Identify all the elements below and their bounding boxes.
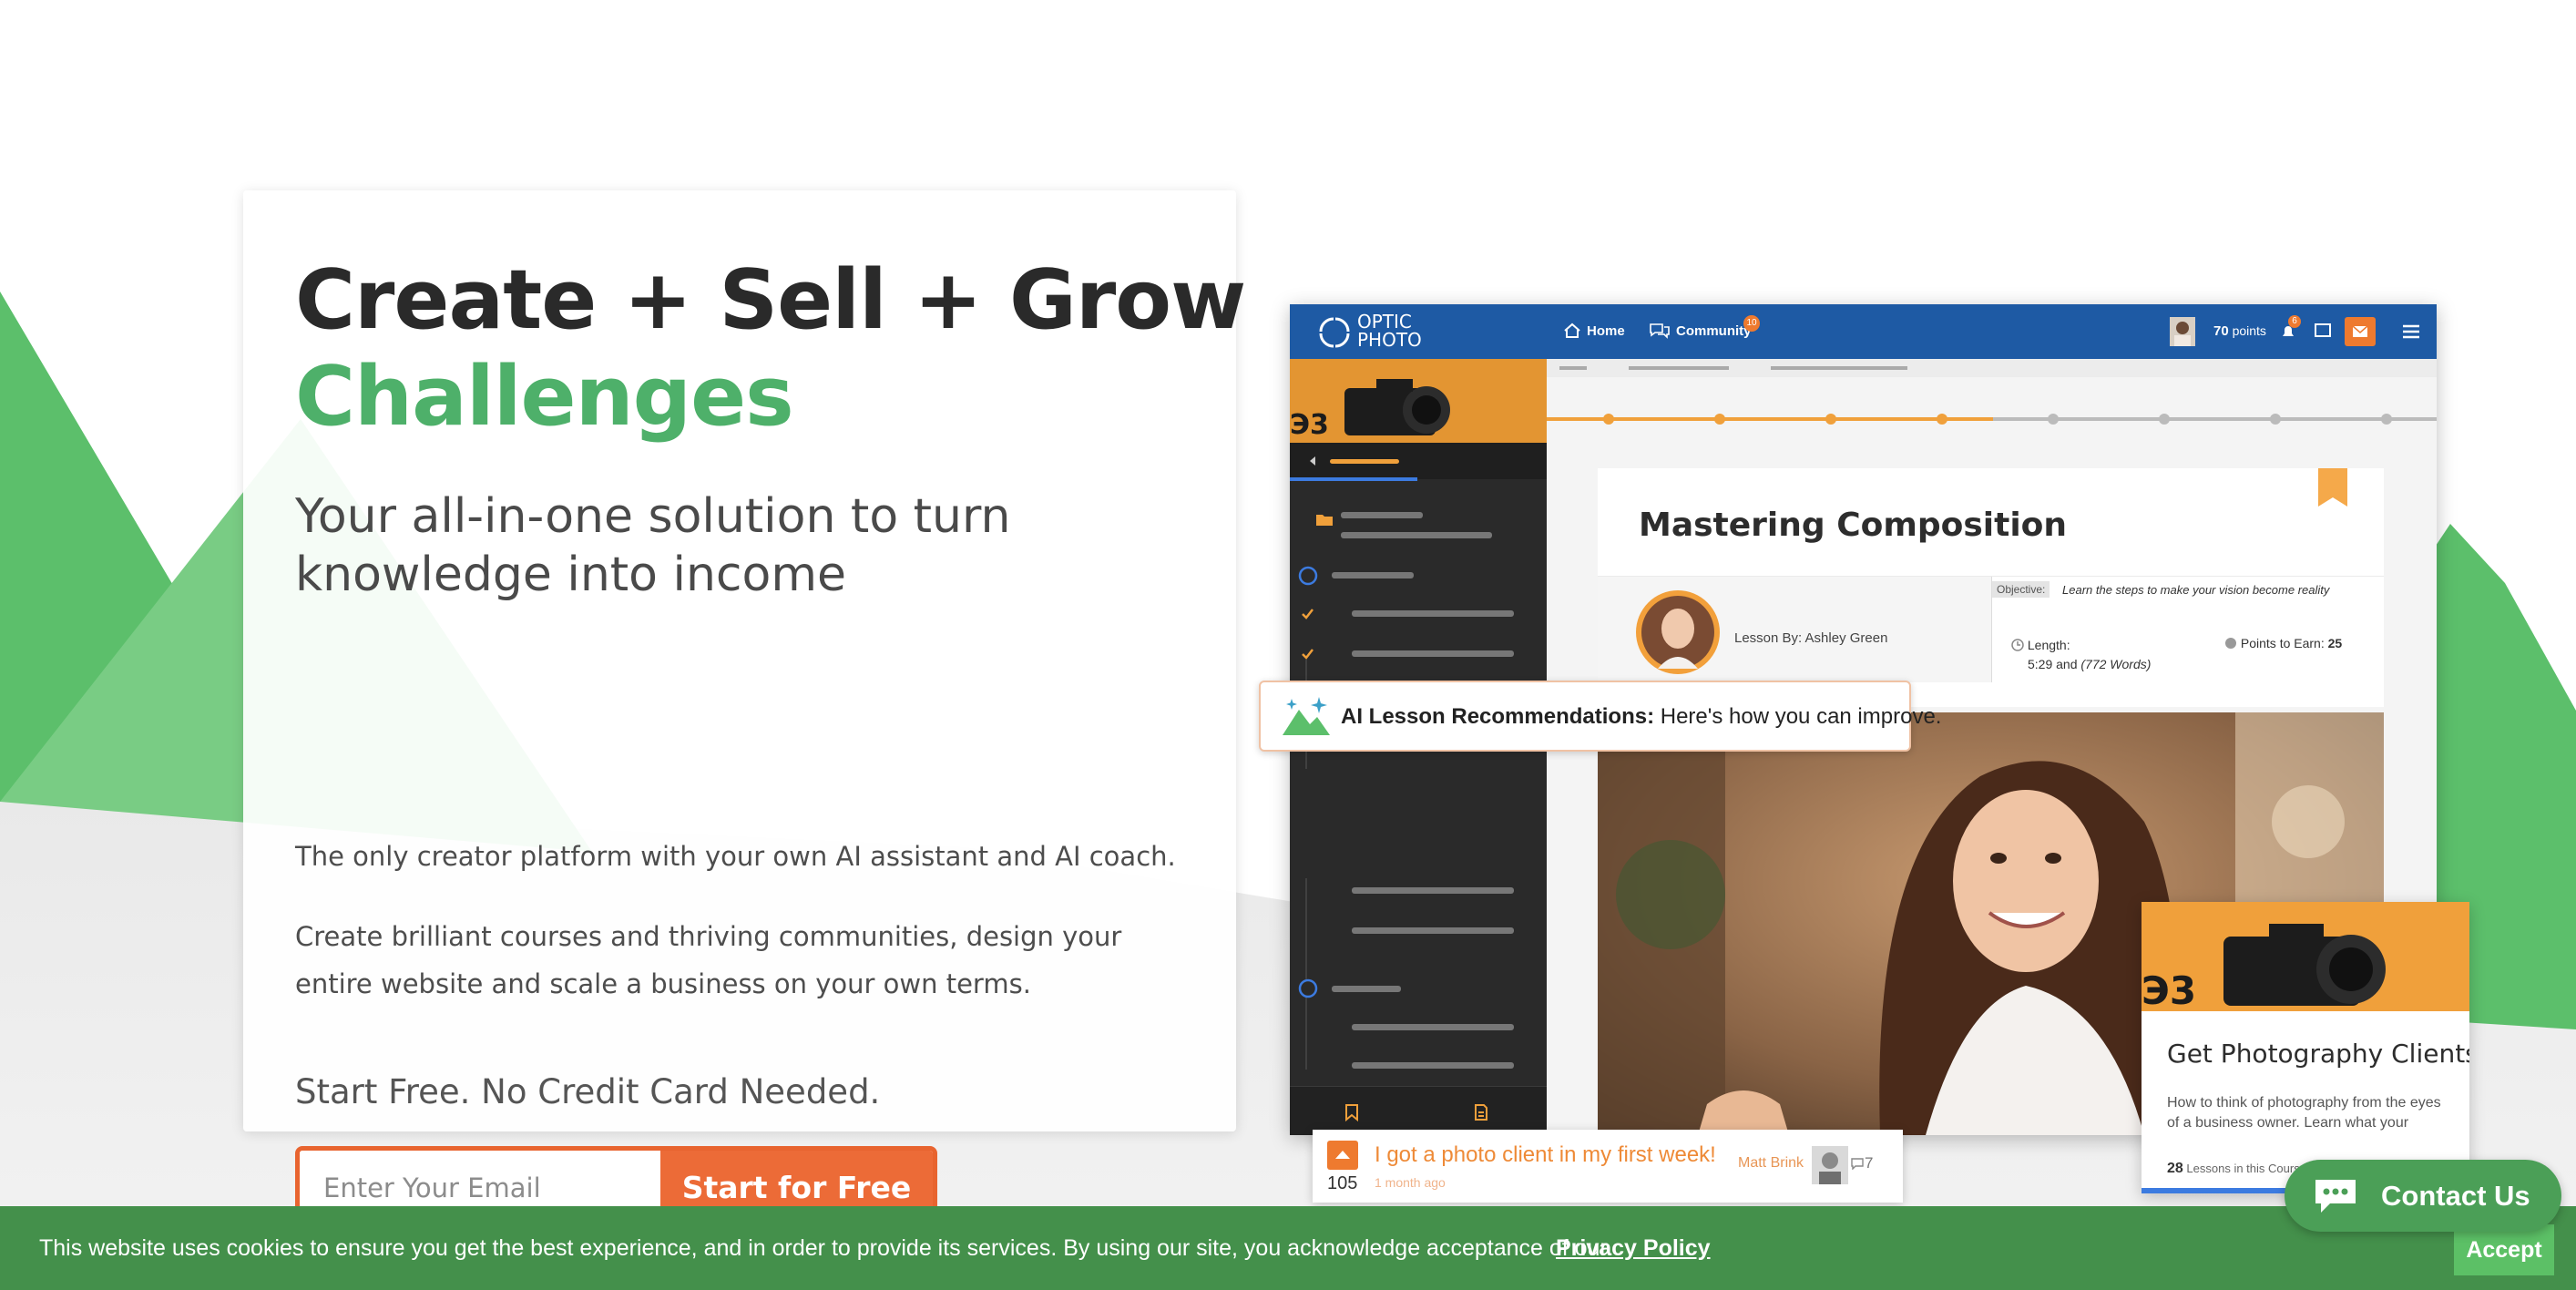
mockup-logo-text: OPTIC PHOTO bbox=[1357, 311, 1422, 351]
cookie-text: This website uses cookies to ensure you … bbox=[39, 1235, 1608, 1261]
hamburger-menu-icon[interactable] bbox=[2401, 322, 2421, 341]
lesson-author: Lesson By: Ashley Green bbox=[1734, 630, 1888, 646]
post-votes: 105 bbox=[1327, 1173, 1358, 1193]
ai-banner-text: AI Lesson Recommendations: Here's how yo… bbox=[1341, 704, 1942, 729]
post-comment-count: 7 bbox=[1865, 1154, 1874, 1172]
lesson-title: Mastering Composition bbox=[1639, 507, 2068, 544]
objective-text: Learn the steps to make your vision beco… bbox=[2062, 583, 2330, 597]
privacy-policy-link[interactable]: Privacy Policy bbox=[1556, 1235, 1711, 1262]
sidebar-course-image: Э3 bbox=[1290, 359, 1547, 443]
post-title: I got a photo client in my first week! bbox=[1375, 1142, 1716, 1167]
comment-icon bbox=[1851, 1158, 1864, 1170]
notification-badge: 6 bbox=[2288, 315, 2301, 328]
lesson-progress-bar bbox=[1547, 414, 2437, 425]
contact-us-button[interactable]: Contact Us bbox=[2285, 1160, 2561, 1232]
mail-button[interactable] bbox=[2345, 317, 2376, 346]
svg-text:Э3: Э3 bbox=[1290, 409, 1329, 441]
points-to-earn: Points to Earn: 25 bbox=[2224, 636, 2342, 650]
objective-label: Objective: bbox=[1992, 581, 2050, 598]
author-avatar[interactable] bbox=[1812, 1146, 1848, 1184]
user-points: 70 points bbox=[2213, 323, 2266, 339]
hero-card: Create + Sell + Grow Challenges Your all… bbox=[243, 190, 1246, 1229]
lesson-card: Mastering Composition Lesson By: Ashley … bbox=[1598, 468, 2384, 707]
lesson-length: Length: 5:29 and (772 Words) bbox=[2011, 636, 2151, 674]
envelope-icon bbox=[2352, 325, 2368, 337]
community-post[interactable]: I got a photo client in my first week! 1… bbox=[1313, 1130, 1903, 1203]
mockup-topbar: OPTIC PHOTO Home Community 10 70 points … bbox=[1290, 304, 2437, 359]
hero-paragraph-2: Create brilliant courses and thriving co… bbox=[295, 921, 1122, 999]
post-time: 1 month ago bbox=[1375, 1175, 1446, 1190]
start-free-note: Start Free. No Credit Card Needed. bbox=[295, 1072, 881, 1111]
chat-bubble-icon bbox=[2315, 1180, 2356, 1213]
chat-icon bbox=[1650, 323, 1670, 339]
mockup-nav-home[interactable]: Home bbox=[1563, 322, 1625, 339]
hero-paragraph-1: The only creator platform with your own … bbox=[295, 841, 1176, 872]
course-lesson-count: 28 Lessons in this Course bbox=[2167, 1161, 2306, 1176]
sidebar-footer bbox=[1290, 1086, 1547, 1135]
points-dot-icon bbox=[2225, 638, 2236, 649]
folder-icon bbox=[1315, 512, 1334, 531]
inbox-icon[interactable] bbox=[2314, 322, 2332, 339]
bookmark-ribbon-icon[interactable] bbox=[2318, 468, 2347, 508]
hero-title: Create + Sell + Grow bbox=[295, 252, 1246, 348]
course-title: Get Photography Clients bbox=[2167, 1039, 2469, 1069]
bookmark-icon[interactable] bbox=[1344, 1103, 1359, 1121]
user-avatar[interactable] bbox=[2170, 317, 2195, 346]
sparkle-mountain-icon bbox=[1283, 697, 1330, 735]
chevron-left-icon bbox=[1310, 456, 1315, 466]
sidebar-lesson-list-2 bbox=[1297, 878, 1547, 1107]
instructor-avatar[interactable] bbox=[1636, 590, 1720, 674]
post-author: Matt Brink bbox=[1738, 1155, 1804, 1171]
sidebar-back[interactable] bbox=[1290, 443, 1547, 481]
arrow-up-icon bbox=[1335, 1151, 1350, 1159]
upvote-button[interactable] bbox=[1327, 1141, 1358, 1170]
mockup-nav-community[interactable]: Community bbox=[1649, 322, 1752, 339]
course-description: How to think of photography from the eye… bbox=[2167, 1095, 2441, 1131]
cookie-banner: This website uses cookies to ensure you … bbox=[0, 1206, 2576, 1290]
notes-icon[interactable] bbox=[1474, 1103, 1488, 1121]
hero-subtitle: Your all-in-one solution to turn knowled… bbox=[295, 489, 1011, 602]
course-card[interactable]: Э3 Get Photography Clients How to think … bbox=[2142, 902, 2469, 1193]
contact-us-label: Contact Us bbox=[2381, 1179, 2530, 1212]
accept-cookies-button[interactable]: Accept bbox=[2454, 1224, 2554, 1275]
community-badge: 10 bbox=[1743, 315, 1760, 332]
course-image: Э3 bbox=[2142, 902, 2469, 1011]
home-icon bbox=[1564, 322, 1580, 338]
hero-title-highlight: Challenges bbox=[295, 349, 794, 445]
mockup-progress-header bbox=[1547, 359, 2437, 377]
clock-icon bbox=[2011, 639, 2024, 651]
svg-text:Э3: Э3 bbox=[2142, 968, 2196, 1011]
ai-recommendations-banner[interactable]: AI Lesson Recommendations: Here's how yo… bbox=[1259, 681, 1941, 752]
